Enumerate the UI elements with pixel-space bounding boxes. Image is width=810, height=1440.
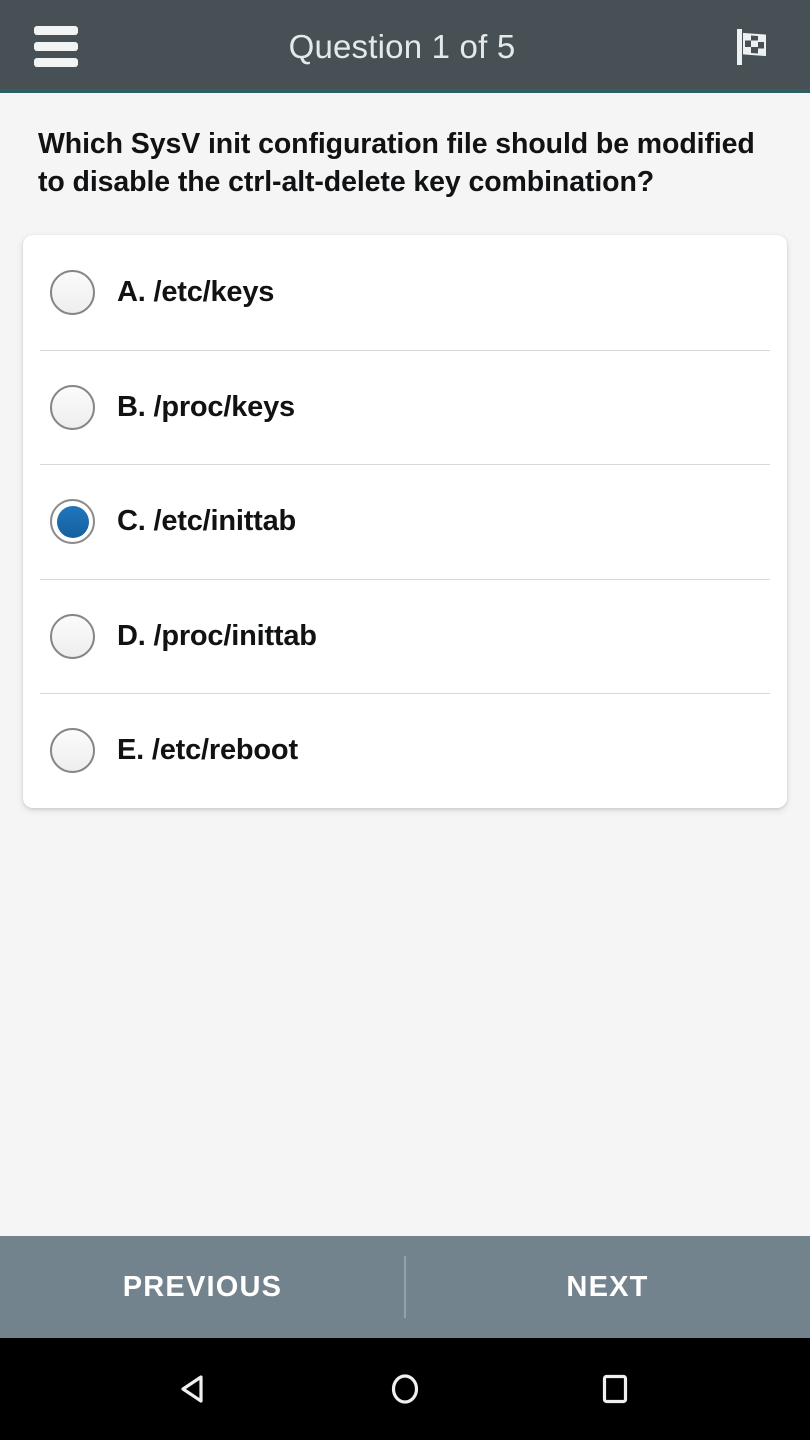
option-row-a[interactable]: A. /etc/keys <box>23 235 787 350</box>
back-triangle-icon <box>181 1375 203 1403</box>
question-text: Which SysV init configuration file shoul… <box>38 128 755 199</box>
option-label-c: C. /etc/inittab <box>117 505 297 538</box>
next-button[interactable]: NEXT <box>405 1236 810 1338</box>
option-row-c[interactable]: C. /etc/inittab <box>23 464 787 579</box>
option-row-e[interactable]: E. /etc/reboot <box>23 693 787 808</box>
bottom-bar-divider <box>404 1256 406 1318</box>
option-label-b: B. /proc/keys <box>117 390 295 423</box>
option-label-a: A. /etc/keys <box>117 276 275 309</box>
radio-button-a[interactable] <box>50 270 95 316</box>
recents-square-icon <box>602 1374 628 1404</box>
system-recents-button[interactable] <box>580 1354 650 1424</box>
hamburger-menu-icon-bar-2 <box>34 42 78 51</box>
hamburger-menu-icon-bar-3 <box>34 58 78 67</box>
answer-options-card: A. /etc/keys B. /proc/keys C. /etc/initt… <box>23 235 787 808</box>
hamburger-menu-icon-bar-1 <box>34 26 78 35</box>
hamburger-menu-button[interactable] <box>26 17 86 77</box>
quiz-screen: Question 1 of 5 Which SysV init configur… <box>0 0 810 1440</box>
home-circle-icon <box>391 1374 419 1404</box>
checkered-flag-icon <box>737 28 766 65</box>
radio-button-e[interactable] <box>50 728 95 774</box>
previous-button[interactable]: PREVIOUS <box>0 1236 405 1338</box>
page-title: Question 1 of 5 <box>288 28 516 65</box>
system-back-button[interactable] <box>160 1354 230 1424</box>
navigation-action-bar: PREVIOUS NEXT <box>0 1236 810 1338</box>
radio-button-c[interactable] <box>50 499 95 545</box>
option-label-d: D. /proc/inittab <box>117 619 317 652</box>
option-row-b[interactable]: B. /proc/keys <box>23 349 787 465</box>
app-bar: Question 1 of 5 <box>0 0 810 93</box>
radio-button-b[interactable] <box>50 384 95 430</box>
finish-quiz-button[interactable] <box>722 16 784 78</box>
option-row-d[interactable]: D. /proc/inittab <box>23 578 787 694</box>
radio-button-d[interactable] <box>50 613 95 659</box>
android-system-nav-bar <box>0 1338 810 1440</box>
option-label-e: E. /etc/reboot <box>117 734 298 767</box>
system-home-button[interactable] <box>370 1354 440 1424</box>
question-section: Which SysV init configuration file shoul… <box>0 93 810 201</box>
